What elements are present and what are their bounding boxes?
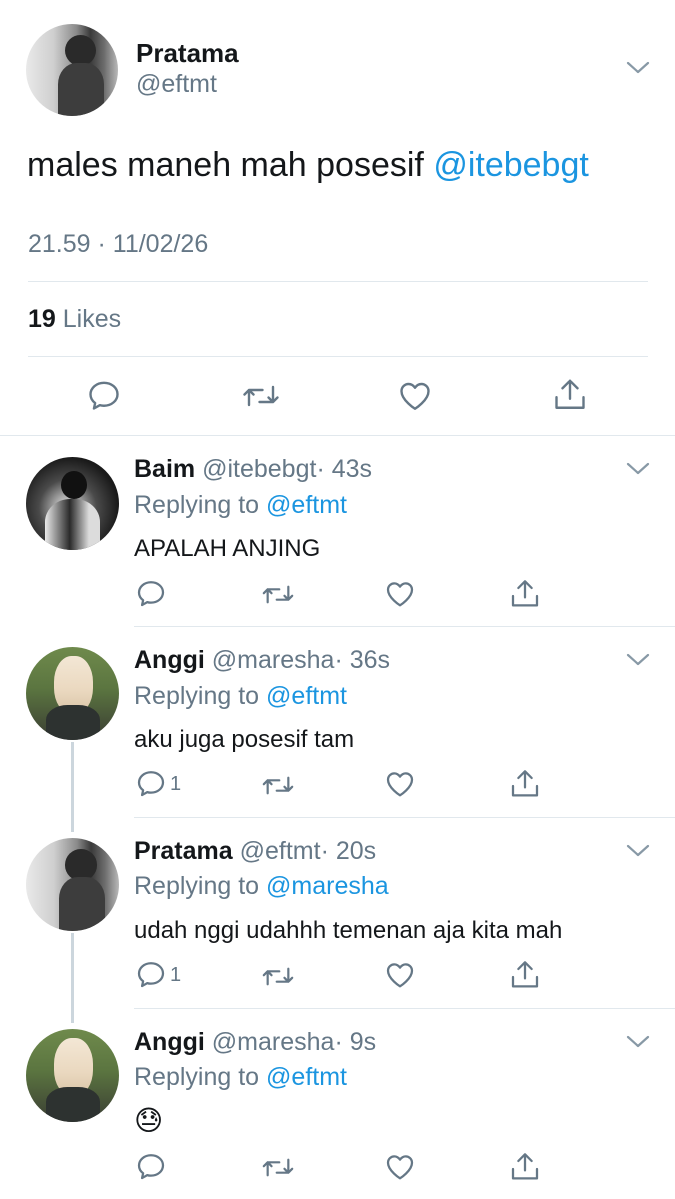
replying-label: Replying to (134, 682, 260, 710)
reply-header: Anggi @maresha· 36s (134, 646, 390, 675)
likes-count: 19 (28, 305, 56, 333)
replying-mention[interactable]: @eftmt (266, 682, 347, 710)
reply-text: udah nggi udahhh temenan aja kita mah (134, 917, 563, 944)
reply-icon[interactable] (86, 378, 122, 414)
reply-time: · 20s (320, 837, 377, 865)
tweet-text: males maneh mah posesif @itebebgt (27, 146, 589, 185)
replying-mention[interactable]: @eftmt (266, 491, 347, 519)
mention-link[interactable]: @itebebgt (433, 146, 589, 184)
divider (134, 1008, 675, 1009)
author-name[interactable]: Pratama (134, 837, 233, 865)
heart-icon[interactable] (384, 1151, 416, 1183)
share-icon[interactable] (509, 1150, 541, 1184)
retweet-icon[interactable] (261, 579, 295, 610)
divider (0, 435, 675, 436)
retweet-icon[interactable] (261, 961, 295, 992)
thread-line (71, 933, 74, 1023)
replying-label: Replying to (134, 491, 260, 519)
chevron-down-icon[interactable] (626, 652, 650, 668)
avatar[interactable] (26, 647, 119, 740)
replying-label: Replying to (134, 1063, 260, 1091)
tweet-body: males maneh mah posesif (27, 146, 434, 184)
divider (28, 356, 648, 357)
reply-time: · 36s (334, 646, 391, 674)
author-handle[interactable]: @itebebgt (202, 455, 316, 483)
chevron-down-icon[interactable] (626, 60, 650, 76)
retweet-icon[interactable] (261, 1152, 295, 1183)
thread-line (71, 742, 74, 832)
author-handle[interactable]: @maresha (212, 1028, 335, 1056)
reply-icon[interactable] (135, 578, 167, 610)
retweet-icon[interactable] (261, 770, 295, 801)
replying-mention[interactable]: @eftmt (266, 1063, 347, 1091)
main-tweet: Pratama @eftmt males maneh mah posesif @… (0, 0, 675, 436)
author-handle[interactable]: @eftmt (240, 837, 321, 865)
share-icon[interactable] (509, 767, 541, 801)
heart-icon[interactable] (384, 959, 416, 991)
heart-icon[interactable] (384, 768, 416, 800)
author-name[interactable]: Anggi (134, 1028, 205, 1056)
author-handle[interactable]: @maresha (212, 646, 335, 674)
reply-count: 1 (170, 964, 182, 986)
heart-icon[interactable] (397, 378, 433, 414)
reply-time: · 43s (316, 455, 373, 483)
replying-to: Replying to @maresha (134, 872, 389, 901)
chevron-down-icon[interactable] (626, 461, 650, 477)
chevron-down-icon[interactable] (626, 1034, 650, 1050)
likes-label: Likes (62, 305, 122, 333)
reply-header: Baim @itebebgt· 43s (134, 455, 372, 484)
replying-mention[interactable]: @maresha (266, 872, 389, 900)
heart-icon[interactable] (384, 578, 416, 610)
retweet-icon[interactable] (241, 378, 281, 414)
reply-header: Pratama @eftmt· 20s (134, 837, 376, 866)
avatar[interactable] (26, 457, 119, 550)
share-icon[interactable] (509, 958, 541, 992)
replying-to: Replying to @eftmt (134, 682, 347, 711)
reply-count: 1 (170, 773, 182, 795)
author-name[interactable]: Anggi (134, 646, 205, 674)
avatar[interactable] (26, 1029, 119, 1122)
replying-to: Replying to @eftmt (134, 491, 347, 520)
author-name[interactable]: Pratama (136, 38, 239, 69)
chevron-down-icon[interactable] (626, 843, 650, 859)
reply-emoji: 😓 (134, 1105, 164, 1136)
likes-stat[interactable]: 19 Likes (28, 305, 121, 334)
share-icon[interactable] (552, 376, 588, 414)
reply-icon[interactable] (135, 768, 167, 800)
reply-time: · 9s (334, 1028, 377, 1056)
replying-label: Replying to (134, 872, 260, 900)
author-name[interactable]: Baim (134, 455, 195, 483)
reply-header: Anggi @maresha· 9s (134, 1028, 376, 1057)
divider (28, 281, 648, 282)
reply-text: APALAH ANJING (134, 535, 321, 562)
avatar[interactable] (26, 24, 118, 116)
divider (134, 817, 675, 818)
replying-to: Replying to @eftmt (134, 1063, 347, 1092)
share-icon[interactable] (509, 577, 541, 611)
divider (134, 626, 675, 627)
tweet-timestamp[interactable]: 21.59 · 11/02/26 (28, 230, 208, 259)
reply-text: aku juga posesif tam (134, 726, 355, 753)
reply-icon[interactable] (135, 1151, 167, 1183)
avatar[interactable] (26, 838, 119, 931)
reply-icon[interactable] (135, 959, 167, 991)
author-handle[interactable]: @eftmt (136, 70, 217, 99)
